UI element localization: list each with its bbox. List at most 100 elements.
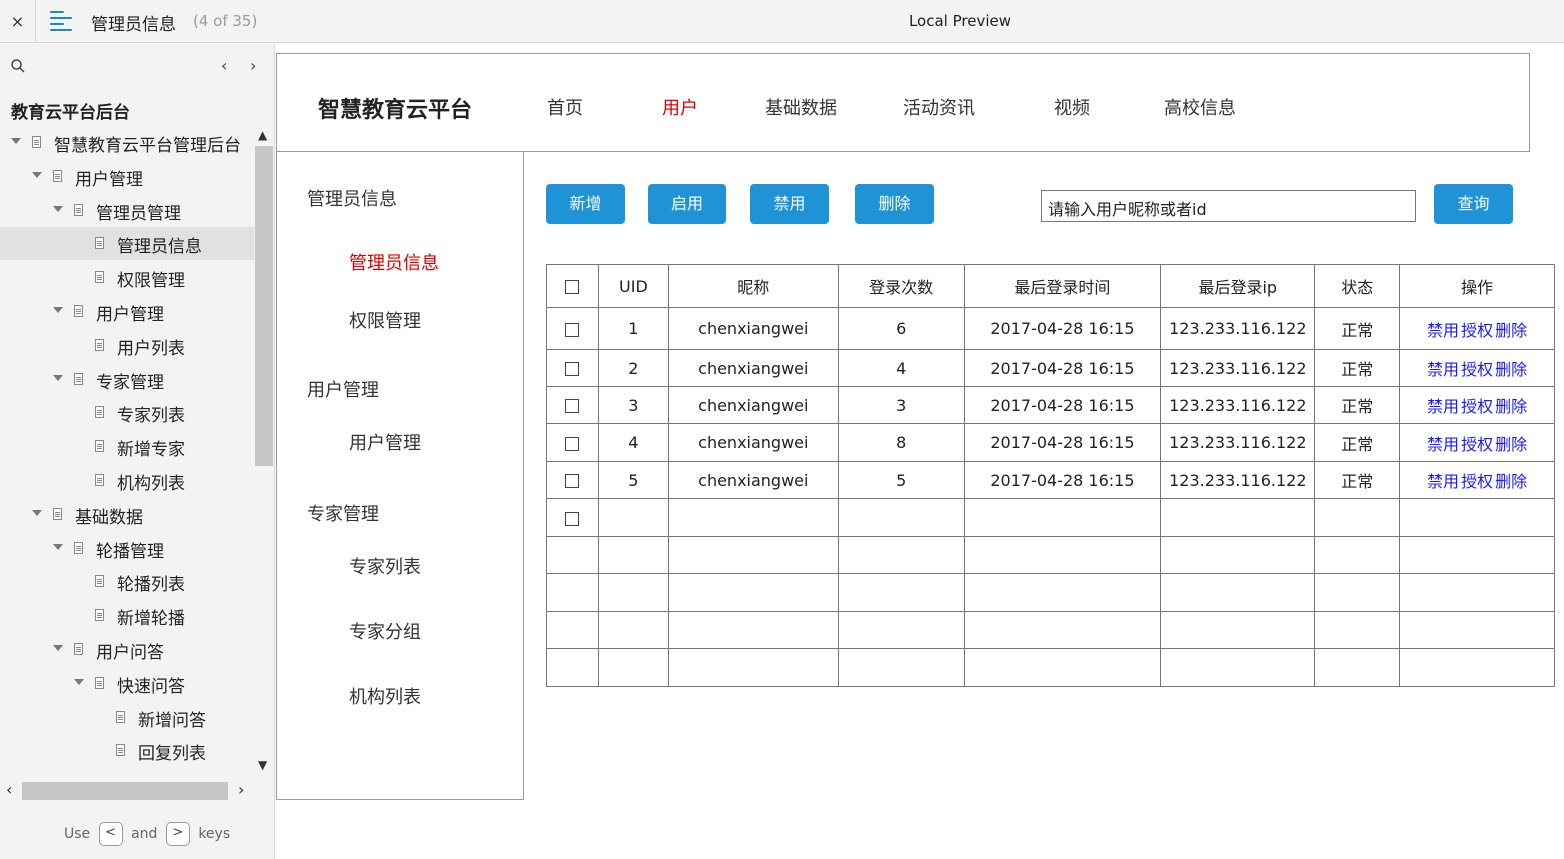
scrollbar-thumb[interactable] bbox=[255, 146, 273, 466]
site-header: 智慧教育云平台 首页 用户 基础数据 活动资讯 视频 高校信息 bbox=[276, 53, 1530, 152]
add-button[interactable]: 新增 bbox=[546, 184, 625, 224]
row-checkbox[interactable] bbox=[565, 511, 580, 526]
scroll-down-icon[interactable]: ▼ bbox=[258, 758, 267, 772]
window-title: Local Preview bbox=[908, 12, 1012, 30]
disable-link[interactable]: 禁用 bbox=[1427, 360, 1459, 379]
disable-link[interactable]: 禁用 bbox=[1427, 472, 1459, 491]
disable-link[interactable]: 禁用 bbox=[1427, 397, 1459, 416]
menu-item-expert-group[interactable]: 专家分组 bbox=[349, 618, 421, 644]
next-page-icon[interactable]: › bbox=[250, 56, 256, 75]
tree-item-label: 用户问答 bbox=[96, 643, 164, 663]
tree-item[interactable]: 用户管理 bbox=[0, 160, 254, 193]
delete-link[interactable]: 删除 bbox=[1495, 472, 1527, 491]
tree-item[interactable]: 轮播列表 bbox=[0, 565, 254, 598]
menu-item-user-manage[interactable]: 用户管理 bbox=[349, 429, 421, 455]
scroll-up-icon[interactable]: ▲ bbox=[258, 128, 267, 142]
delete-link[interactable]: 删除 bbox=[1495, 435, 1527, 454]
menu-item-expert-list[interactable]: 专家列表 bbox=[349, 553, 421, 579]
menu-item-admin-info[interactable]: 管理员信息 bbox=[349, 249, 439, 275]
delete-link[interactable]: 删除 bbox=[1495, 397, 1527, 416]
expand-arrow-icon[interactable] bbox=[74, 678, 84, 685]
table-row bbox=[546, 573, 1555, 612]
table-row: 2 chenxiangwei 4 2017-04-28 16:15 123.233.11… bbox=[546, 349, 1555, 387]
nav-user[interactable]: 用户 bbox=[662, 94, 698, 120]
row-checkbox[interactable] bbox=[565, 362, 580, 376]
menu-item-permission[interactable]: 权限管理 bbox=[349, 307, 421, 333]
tree-item[interactable]: 用户列表 bbox=[0, 329, 254, 362]
tree-item-label: 用户列表 bbox=[117, 338, 185, 359]
tree-item[interactable]: 基础数据 bbox=[0, 498, 254, 531]
delete-link[interactable]: 删除 bbox=[1495, 321, 1527, 340]
nav-basic-data[interactable]: 基础数据 bbox=[765, 94, 837, 120]
vertical-scrollbar[interactable]: ▲ ▼ bbox=[254, 126, 274, 776]
query-button[interactable]: 查询 bbox=[1434, 184, 1513, 224]
tree-item[interactable]: 回复列表 bbox=[0, 734, 254, 767]
search-input[interactable]: 请输入用户昵称或者id bbox=[1041, 190, 1416, 222]
scroll-left-icon[interactable]: ‹ bbox=[6, 780, 12, 799]
tree-item[interactable]: 新增专家 bbox=[0, 430, 254, 463]
select-all-checkbox[interactable] bbox=[546, 264, 599, 308]
table-cell-count bbox=[837, 573, 965, 612]
row-checkbox-cell bbox=[546, 461, 599, 499]
tree-item[interactable]: 快速问答 bbox=[0, 667, 254, 700]
expand-arrow-icon[interactable] bbox=[53, 543, 63, 550]
expand-arrow-icon[interactable] bbox=[32, 171, 42, 178]
tree-item[interactable]: 管理员管理 bbox=[0, 194, 254, 227]
admin-side-menu: 管理员信息 管理员信息 权限管理 用户管理 用户管理 专家管理 专家列表 专家分… bbox=[276, 152, 524, 800]
authorize-link[interactable]: 授权 bbox=[1461, 321, 1493, 340]
authorize-link[interactable]: 授权 bbox=[1461, 397, 1493, 416]
authorize-link[interactable]: 授权 bbox=[1461, 472, 1493, 491]
nav-activity-news[interactable]: 活动资讯 bbox=[903, 94, 975, 120]
expand-arrow-icon[interactable] bbox=[53, 645, 63, 651]
delete-link[interactable]: 删除 bbox=[1495, 360, 1527, 379]
expand-arrow-icon[interactable] bbox=[53, 205, 63, 212]
horizontal-scrollbar[interactable]: ‹ › bbox=[0, 778, 254, 804]
table-cell-nick bbox=[667, 573, 839, 612]
authorize-link[interactable]: 授权 bbox=[1461, 360, 1493, 379]
tree-item[interactable]: 新增轮播 bbox=[0, 599, 254, 632]
tree-item[interactable]: 专家问答 bbox=[0, 768, 254, 776]
table-cell-time: 2017-04-28 16:15 bbox=[963, 423, 1162, 462]
tree-item[interactable]: 用户管理 bbox=[0, 295, 254, 328]
enable-button[interactable]: 启用 bbox=[648, 184, 726, 224]
tree-item[interactable]: 专家列表 bbox=[0, 396, 254, 429]
previous-page-icon[interactable]: ‹ bbox=[221, 56, 227, 75]
tree-item[interactable]: 权限管理 bbox=[0, 261, 254, 294]
row-checkbox[interactable] bbox=[565, 436, 580, 451]
row-actions bbox=[1399, 648, 1555, 687]
expand-arrow-icon[interactable] bbox=[11, 138, 21, 144]
authorize-link[interactable]: 授权 bbox=[1461, 435, 1493, 454]
table-cell-count bbox=[837, 648, 965, 687]
row-checkbox[interactable] bbox=[565, 399, 580, 413]
disable-button[interactable]: 禁用 bbox=[750, 184, 829, 224]
disable-link[interactable]: 禁用 bbox=[1427, 321, 1459, 340]
tree-item-label: 用户管理 bbox=[75, 169, 143, 190]
search-icon[interactable] bbox=[10, 58, 26, 74]
nav-college-info[interactable]: 高校信息 bbox=[1164, 94, 1236, 120]
expand-arrow-icon[interactable] bbox=[53, 374, 63, 381]
hint-text: and bbox=[131, 826, 158, 842]
tree-item[interactable]: 用户问答 bbox=[0, 633, 254, 666]
table-cell-ip: 123.233.116.122 bbox=[1160, 307, 1316, 350]
row-checkbox-cell bbox=[546, 648, 599, 687]
expand-arrow-icon[interactable] bbox=[53, 307, 63, 313]
tree-item[interactable]: 新增问答 bbox=[0, 701, 254, 734]
nav-video[interactable]: 视频 bbox=[1054, 94, 1090, 120]
expand-arrow-icon[interactable] bbox=[32, 509, 42, 516]
scrollbar-thumb[interactable] bbox=[22, 782, 228, 800]
row-checkbox[interactable] bbox=[565, 322, 580, 337]
row-actions: 禁用 授权 删除 bbox=[1399, 386, 1555, 424]
menu-item-org-list[interactable]: 机构列表 bbox=[349, 683, 421, 709]
delete-button[interactable]: 删除 bbox=[855, 184, 934, 224]
tree-item[interactable]: 轮播管理 bbox=[0, 532, 254, 565]
scroll-right-icon[interactable]: › bbox=[238, 780, 244, 799]
tree-item[interactable]: 管理员信息 bbox=[0, 227, 254, 261]
tree-item[interactable]: 智慧教育云平台管理后台 bbox=[0, 126, 254, 159]
disable-link[interactable]: 禁用 bbox=[1427, 435, 1459, 454]
table-cell-nick bbox=[667, 498, 839, 537]
nav-home[interactable]: 首页 bbox=[547, 94, 583, 120]
row-checkbox[interactable] bbox=[565, 474, 580, 488]
row-actions: 禁用 授权 删除 bbox=[1399, 461, 1555, 499]
tree-item[interactable]: 机构列表 bbox=[0, 464, 254, 497]
tree-item[interactable]: 专家管理 bbox=[0, 363, 254, 396]
